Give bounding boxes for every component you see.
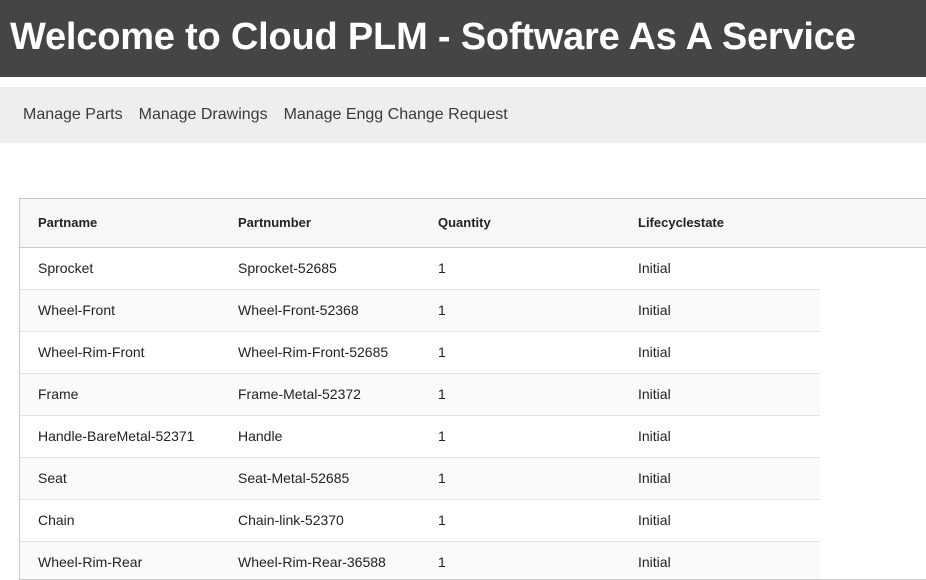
table-row[interactable]: Sprocket Sprocket-52685 1 Initial [20, 247, 926, 290]
cell-partnumber: Sprocket-52685 [220, 247, 420, 290]
cell-quantity: 1 [420, 457, 620, 500]
table-header-row: Partname Partnumber Quantity Lifecyclest… [20, 199, 926, 247]
cell-partname: Seat [20, 457, 220, 500]
table-row[interactable]: Handle-BareMetal-52371 Handle 1 Initial [20, 415, 926, 458]
cell-filler [820, 499, 926, 541]
cell-quantity: 1 [420, 331, 620, 374]
cell-partnumber: Seat-Metal-52685 [220, 457, 420, 500]
cell-partnumber: Frame-Metal-52372 [220, 373, 420, 416]
main-nav: Manage Parts Manage Drawings Manage Engg… [0, 87, 926, 143]
cell-partnumber: Chain-link-52370 [220, 499, 420, 542]
cell-partnumber: Wheel-Rim-Rear-36588 [220, 541, 420, 579]
column-header-quantity[interactable]: Quantity [420, 199, 620, 247]
column-header-partnumber[interactable]: Partnumber [220, 199, 420, 247]
cell-partnumber: Handle [220, 415, 420, 458]
cell-lifecyclestate: Initial [620, 331, 820, 374]
table-row[interactable]: Frame Frame-Metal-52372 1 Initial [20, 373, 926, 416]
table-row[interactable]: Wheel-Rim-Rear Wheel-Rim-Rear-36588 1 In… [20, 541, 926, 579]
cell-quantity: 1 [420, 289, 620, 332]
nav-manage-parts[interactable]: Manage Parts [23, 106, 123, 124]
page-title: Welcome to Cloud PLM - Software As A Ser… [10, 16, 856, 58]
cell-filler [820, 331, 926, 373]
parts-table: Partname Partnumber Quantity Lifecyclest… [20, 199, 926, 579]
column-header-partname[interactable]: Partname [20, 199, 220, 247]
cell-partname: Chain [20, 499, 220, 542]
cell-filler [820, 247, 926, 289]
cell-filler [820, 457, 926, 499]
table-row[interactable]: Seat Seat-Metal-52685 1 Initial [20, 457, 926, 500]
cell-lifecyclestate: Initial [620, 415, 820, 458]
cell-filler [820, 541, 926, 579]
table-row[interactable]: Chain Chain-link-52370 1 Initial [20, 499, 926, 542]
column-header-lifecyclestate[interactable]: Lifecyclestate [620, 199, 820, 247]
cell-lifecyclestate: Initial [620, 541, 820, 579]
cell-quantity: 1 [420, 415, 620, 458]
parts-table-container[interactable]: Partname Partnumber Quantity Lifecyclest… [19, 198, 926, 580]
cell-quantity: 1 [420, 247, 620, 290]
cell-lifecyclestate: Initial [620, 457, 820, 500]
table-row[interactable]: Wheel-Rim-Front Wheel-Rim-Front-52685 1 … [20, 331, 926, 374]
cell-filler [820, 415, 926, 457]
page-header: Welcome to Cloud PLM - Software As A Ser… [0, 0, 926, 77]
cell-partname: Handle-BareMetal-52371 [20, 415, 220, 458]
cell-partnumber: Wheel-Front-52368 [220, 289, 420, 332]
cell-quantity: 1 [420, 499, 620, 542]
cell-lifecyclestate: Initial [620, 499, 820, 542]
cell-partnumber: Wheel-Rim-Front-52685 [220, 331, 420, 374]
column-header-filler [820, 199, 926, 247]
nav-manage-engg-change-request[interactable]: Manage Engg Change Request [284, 106, 508, 124]
cell-quantity: 1 [420, 541, 620, 579]
cell-lifecyclestate: Initial [620, 289, 820, 332]
cell-filler [820, 289, 926, 331]
cell-partname: Frame [20, 373, 220, 416]
cell-partname: Wheel-Rim-Front [20, 331, 220, 374]
cell-partname: Sprocket [20, 247, 220, 290]
cell-lifecyclestate: Initial [620, 247, 820, 290]
cell-partname: Wheel-Front [20, 289, 220, 332]
nav-manage-drawings[interactable]: Manage Drawings [139, 106, 268, 124]
table-row[interactable]: Wheel-Front Wheel-Front-52368 1 Initial [20, 289, 926, 332]
cell-filler [820, 373, 926, 415]
cell-partname: Wheel-Rim-Rear [20, 541, 220, 579]
cell-quantity: 1 [420, 373, 620, 416]
cell-lifecyclestate: Initial [620, 373, 820, 416]
